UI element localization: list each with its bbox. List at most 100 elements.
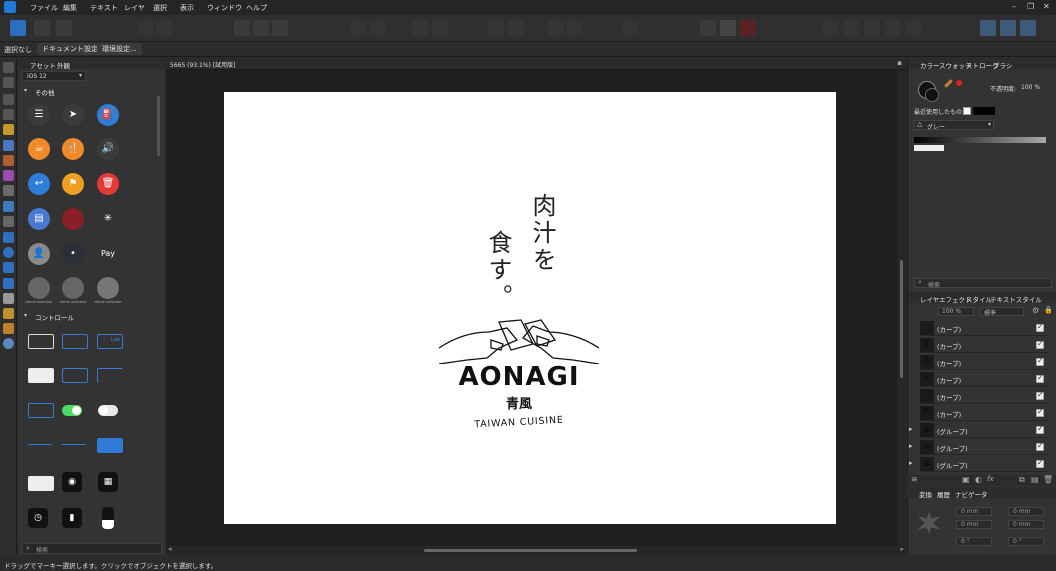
zoom-tool-icon[interactable] <box>3 338 14 349</box>
section-controls[interactable]: コントロール <box>35 312 74 322</box>
boolean-icon[interactable] <box>622 20 638 36</box>
triangle-tool-icon[interactable] <box>3 278 14 289</box>
section-controls-toggle-icon[interactable]: ▾ <box>24 312 27 319</box>
arrange-back-icon[interactable] <box>350 20 366 36</box>
archive-icon[interactable]: ▤ <box>28 208 50 230</box>
brand-tagline[interactable]: TAIWAN CUISINE <box>464 414 574 431</box>
tab-styles[interactable]: スタイル <box>966 294 992 304</box>
tab-brushes[interactable]: ブラシ <box>993 60 1012 70</box>
flag-icon[interactable]: ⚑ <box>62 173 84 195</box>
geometry-divide-icon[interactable] <box>906 20 922 36</box>
menu-select[interactable]: 選択 <box>153 3 167 13</box>
hand-tool-icon[interactable] <box>3 323 14 334</box>
lock-icon[interactable]: 🔒 <box>1044 306 1053 314</box>
calculator-icon[interactable]: ▦ <box>98 472 118 492</box>
menu-file[interactable]: ファイル <box>30 3 58 13</box>
control-blue-field[interactable] <box>62 368 88 383</box>
artboard-tool-icon[interactable] <box>3 77 14 88</box>
badge-icon[interactable] <box>97 277 119 299</box>
vertical-text-col2[interactable]: 食す。 <box>481 230 516 311</box>
restore-button[interactable]: ❐ <box>1027 2 1034 11</box>
assistant-icon[interactable] <box>980 20 996 36</box>
pixel-persona-icon[interactable] <box>34 20 50 36</box>
control-labeled-field[interactable]: Lab <box>97 334 123 349</box>
mask-icon[interactable] <box>720 20 736 36</box>
flip-icon[interactable] <box>272 20 288 36</box>
transform-x-field[interactable]: 0 mm <box>956 507 992 516</box>
layer-opacity-field[interactable]: 100 % <box>938 307 974 316</box>
menu-edit[interactable]: 編集 <box>63 3 77 13</box>
timer-icon[interactable]: ◷ <box>28 508 48 528</box>
blend-mode-select[interactable]: 標準 <box>980 307 1024 317</box>
close-button[interactable]: ✕ <box>1043 2 1050 11</box>
section-other-toggle-icon[interactable]: ▾ <box>24 87 27 94</box>
tab-layers[interactable]: レイヤ <box>920 294 939 304</box>
document-tab[interactable]: 5665 (93.1%) [試用版] <box>170 60 236 69</box>
layer-visibility-checkbox[interactable] <box>1036 458 1044 468</box>
tab-appearance[interactable]: 外観 <box>57 60 70 70</box>
control-blue-filled[interactable] <box>97 438 123 453</box>
transform-h-field[interactable]: 0 mm <box>1008 520 1044 529</box>
home-icon[interactable] <box>28 277 50 299</box>
color-picker-tool-icon[interactable] <box>3 308 14 319</box>
menu-window[interactable]: ウィンドウ <box>207 3 242 13</box>
account-icon[interactable] <box>1020 20 1036 36</box>
transform-y-field[interactable]: 0 mm <box>1008 507 1044 516</box>
grid-toggle-icon[interactable] <box>138 20 154 36</box>
expand-arrow-icon[interactable]: ▸ <box>909 459 913 467</box>
layer-visibility-checkbox[interactable] <box>1036 356 1044 366</box>
rectangle-tool-icon[interactable] <box>3 232 14 243</box>
swatch-search[interactable]: ⌕ 検索 <box>914 278 1052 289</box>
brand-wordmark[interactable]: AONAGI <box>449 362 589 392</box>
control-white-box[interactable] <box>28 368 54 383</box>
transform-origin-icon[interactable] <box>234 20 250 36</box>
recent-none-swatch[interactable] <box>963 107 971 115</box>
layer-visibility-checkbox[interactable] <box>1036 390 1044 400</box>
layer-row[interactable]: を (カーブ) <box>918 371 1048 387</box>
preferences-button[interactable]: 環境設定... <box>97 43 142 55</box>
control-textfield[interactable] <box>28 334 54 349</box>
layer-row[interactable]: 食 (カーブ) <box>918 354 1048 370</box>
fx-icon[interactable]: fx <box>987 475 994 483</box>
horizontal-scrollbar[interactable]: ◂ ▸ <box>166 545 906 555</box>
gear-icon[interactable]: ⚙ <box>1032 306 1039 315</box>
asset-search-field[interactable]: ⌕ 検索 <box>22 543 162 554</box>
expand-arrow-icon[interactable]: ▸ <box>909 442 913 450</box>
geometry-intersect-icon[interactable] <box>864 20 880 36</box>
menu-text[interactable]: テキスト <box>90 3 118 13</box>
tab-close-icon[interactable]: ▪ <box>897 59 902 67</box>
align-left-icon[interactable] <box>488 20 504 36</box>
layer-visibility-checkbox[interactable] <box>1036 424 1044 434</box>
layer-visibility-checkbox[interactable] <box>1036 373 1044 383</box>
studio-icon[interactable] <box>1000 20 1016 36</box>
layer-row[interactable]: ▪(グループ) ▸ <box>909 456 1048 472</box>
arrange-front-icon[interactable] <box>432 20 448 36</box>
list-icon[interactable]: ☰ <box>28 104 50 126</box>
menu-help[interactable]: ヘルプ <box>246 3 267 13</box>
apple-pay-icon[interactable]: Pay <box>97 243 119 265</box>
control-selected-field[interactable] <box>28 403 54 418</box>
layer-visibility-checkbox[interactable] <box>1036 322 1044 332</box>
export-persona-icon[interactable] <box>56 20 72 36</box>
snapping-grid-icon[interactable] <box>700 20 716 36</box>
mask-layer-icon[interactable]: ▣ <box>962 475 970 484</box>
tab-history[interactable]: 履歴 <box>937 489 950 499</box>
layer-row[interactable]: 汁 (カーブ) <box>918 388 1048 404</box>
layers-stack-icon[interactable]: ≋ <box>911 475 918 484</box>
align-center-icon[interactable] <box>253 20 269 36</box>
geometry-subtract-icon[interactable] <box>843 20 859 36</box>
eyedropper-icon[interactable] <box>944 79 953 88</box>
minimize-button[interactable]: – <box>1012 2 1016 11</box>
transform-w-field[interactable]: 0 mm <box>956 520 992 529</box>
spinner-icon[interactable]: ✳ <box>97 208 119 230</box>
group-icon[interactable]: ▤ <box>1031 475 1039 484</box>
add-layer-icon[interactable]: ⧉ <box>1019 475 1025 485</box>
section-other[interactable]: その他 <box>35 87 55 97</box>
transform-rotation-field[interactable]: 0 ° <box>956 537 992 546</box>
layer-visibility-checkbox[interactable] <box>1036 407 1044 417</box>
tab-navigator[interactable]: ナビゲータ <box>955 489 988 499</box>
tab-text-styles[interactable]: テキストスタイル <box>990 294 1042 304</box>
crop-tool-icon[interactable] <box>3 216 14 227</box>
pattern-icon[interactable] <box>62 208 84 230</box>
trash-icon[interactable]: 🗑 <box>97 173 119 195</box>
